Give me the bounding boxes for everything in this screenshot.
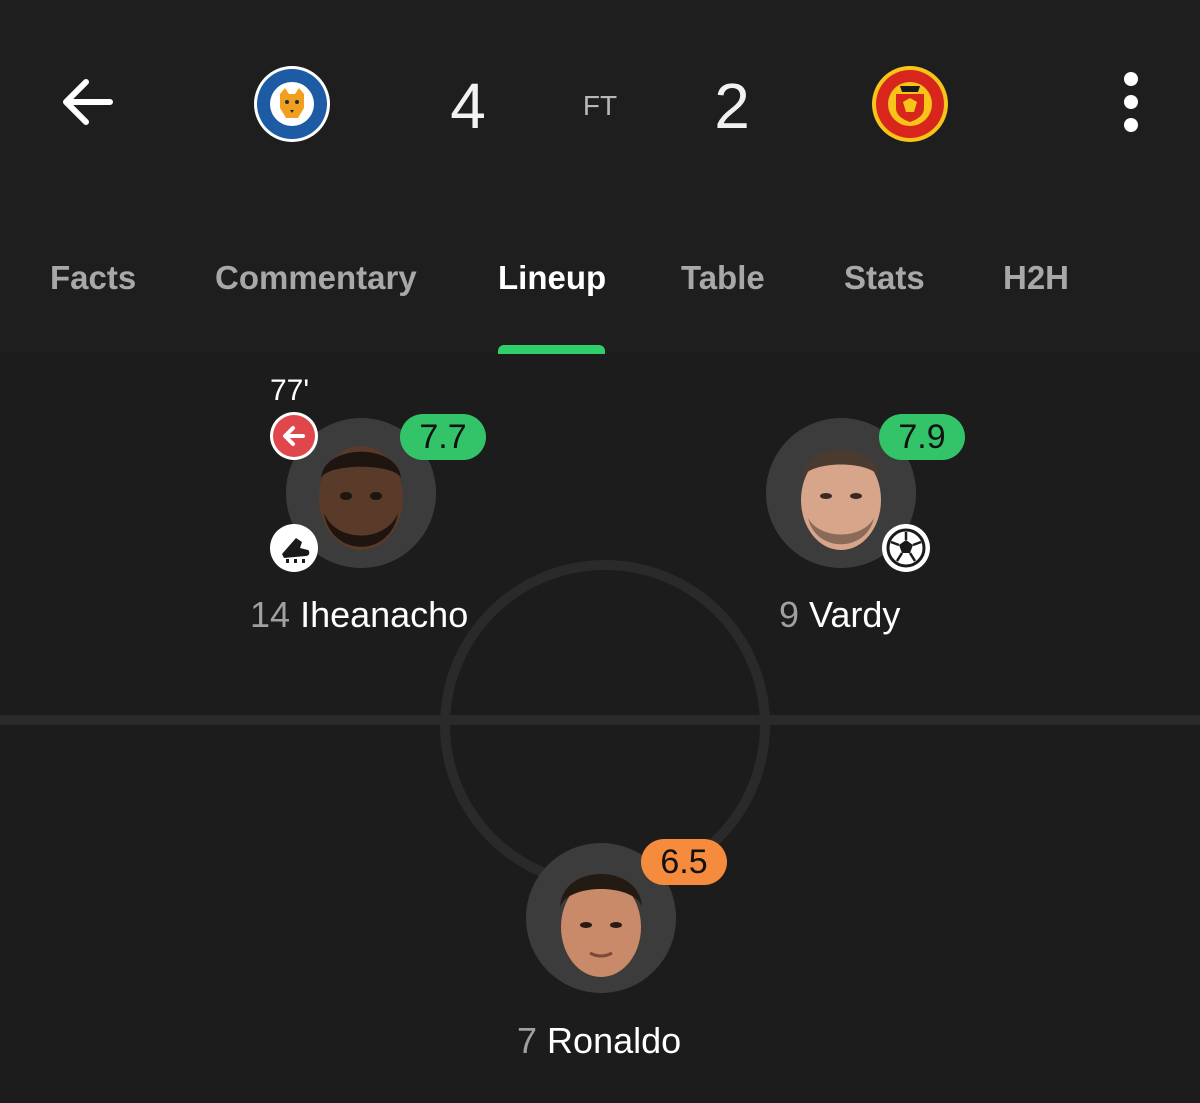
player-name: Ronaldo (547, 1020, 682, 1061)
goal-ball-icon (883, 525, 929, 571)
player-number: 14 (250, 594, 291, 635)
boot-assist-icon (271, 525, 317, 571)
player-name-label: 9 Vardy (779, 594, 900, 636)
away-score: 2 (714, 70, 750, 142)
player-rating: 6.5 (641, 839, 727, 885)
home-score: 4 (450, 70, 486, 142)
arrow-left-icon (63, 79, 113, 125)
player-rating: 7.7 (400, 414, 486, 460)
away-team-crest[interactable] (870, 64, 950, 144)
assist-badge (270, 524, 318, 572)
manchester-united-crest-icon (872, 66, 948, 142)
halfway-line (0, 715, 1200, 725)
player-name-label: 7 Ronaldo (517, 1020, 681, 1062)
tab-commentary[interactable]: Commentary (215, 248, 417, 308)
tab-lineup[interactable]: Lineup (498, 248, 606, 308)
player-name-label: 14 Iheanacho (250, 594, 468, 636)
center-circle (440, 560, 770, 890)
tab-stats[interactable]: Stats (844, 248, 925, 308)
match-status: FT (582, 90, 618, 121)
leicester-crest-icon (254, 66, 330, 142)
home-team-crest[interactable] (252, 64, 332, 144)
tab-table[interactable]: Table (681, 248, 765, 308)
goal-badge (882, 524, 930, 572)
kebab-menu-icon (1124, 72, 1138, 132)
tab-h2h[interactable]: H2H (1003, 248, 1069, 308)
tab-facts[interactable]: Facts (50, 248, 136, 308)
substitution-time: 77' (270, 374, 310, 407)
more-options-button[interactable] (1110, 70, 1152, 134)
player-name: Iheanacho (300, 594, 469, 635)
match-tabs: Facts Commentary Lineup Table Stats H2H (0, 248, 1200, 312)
match-header: 4 FT 2 Facts Commentary Lineup Table Sta… (0, 0, 1200, 354)
substituted-out-icon (273, 415, 315, 457)
player-name: Vardy (809, 594, 901, 635)
substituted-out-badge (270, 412, 318, 460)
player-rating: 7.9 (879, 414, 965, 460)
back-button[interactable] (52, 68, 124, 136)
player-number: 9 (779, 594, 800, 635)
player-number: 7 (517, 1020, 538, 1061)
